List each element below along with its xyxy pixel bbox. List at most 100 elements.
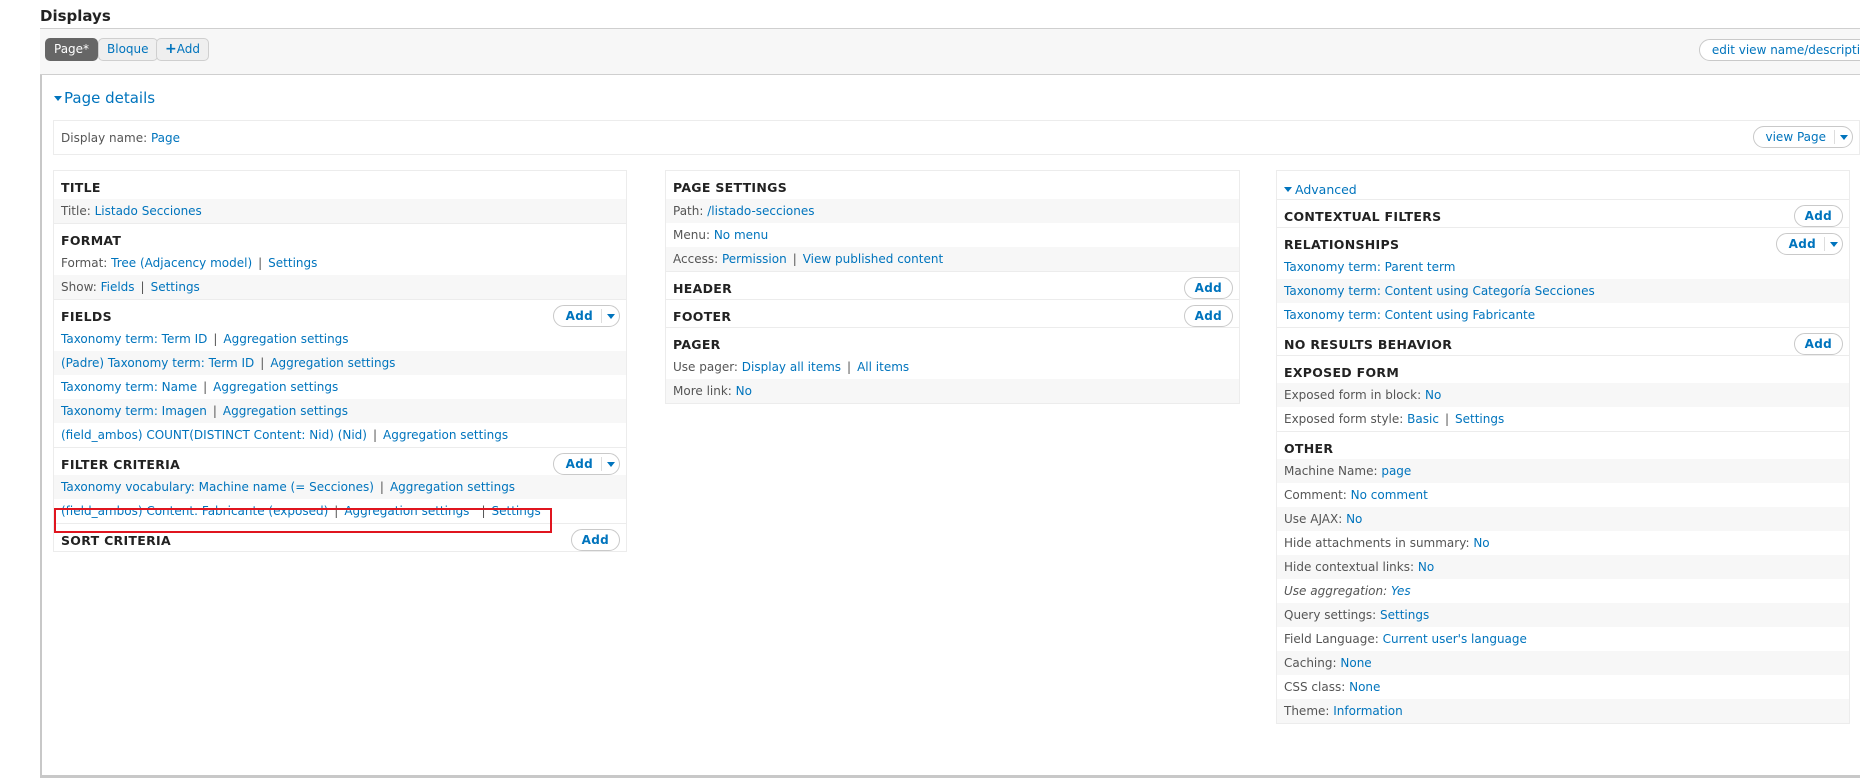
- relationship-link[interactable]: Taxonomy term: Content using Categoría S…: [1284, 284, 1595, 298]
- relationships-add-button[interactable]: Add: [1775, 233, 1843, 255]
- exposed-style-settings-link[interactable]: Settings: [1455, 412, 1504, 426]
- edit-view-name-label: edit view name/description: [1711, 43, 1860, 57]
- other-row: CSS class: None: [1284, 680, 1381, 694]
- filters-add-button[interactable]: Add: [552, 453, 620, 475]
- path-row: Path: /listado-secciones: [666, 199, 1239, 223]
- use-ajax-link[interactable]: No: [1346, 512, 1362, 526]
- use-pager-link[interactable]: Display all items: [742, 360, 841, 374]
- field-link[interactable]: Taxonomy term: Term ID: [61, 332, 207, 346]
- exposed-in-block-row: Exposed form in block: No: [1277, 383, 1849, 407]
- filter-row-highlighted: (field_ambos) Content: Fabricante (expos…: [61, 504, 541, 518]
- exposed-style-link[interactable]: Basic: [1407, 412, 1439, 426]
- display-name-link[interactable]: Page: [151, 131, 180, 145]
- access-link[interactable]: Permission: [722, 252, 787, 266]
- format-value-link[interactable]: Tree (Adjacency model): [111, 256, 252, 270]
- chevron-down-icon: [1839, 134, 1848, 140]
- field-aggregation-link[interactable]: Aggregation settings: [223, 332, 348, 346]
- pager-items-link[interactable]: All items: [857, 360, 909, 374]
- edit-view-name-button[interactable]: edit view name/description: [1698, 39, 1860, 61]
- field-link[interactable]: (Padre) Taxonomy term: Term ID: [61, 356, 254, 370]
- no-results-add-button[interactable]: Add: [1793, 333, 1843, 355]
- chevron-down-icon: [606, 313, 615, 319]
- section-contextual-filters: CONTEXTUAL FILTERS Add: [1277, 199, 1849, 227]
- field-language-link[interactable]: Current user's language: [1383, 632, 1527, 646]
- other-row: Machine Name: page: [1277, 459, 1849, 483]
- other-row: Hide attachments in summary: No: [1284, 536, 1490, 550]
- field-aggregation-link[interactable]: Aggregation settings: [270, 356, 395, 370]
- sort-add-button[interactable]: Add: [570, 529, 620, 551]
- field-link[interactable]: Taxonomy term: Imagen: [61, 404, 207, 418]
- css-class-link[interactable]: None: [1349, 680, 1380, 694]
- comment-link[interactable]: No comment: [1351, 488, 1428, 502]
- format-row: Format: Tree (Adjacency model) | Settings: [61, 256, 318, 270]
- machine-name-link[interactable]: page: [1381, 464, 1411, 478]
- field-link[interactable]: (field_ambos) COUNT(DISTINCT Content: Ni…: [61, 428, 367, 442]
- section-fields: FIELDS Add: [54, 299, 626, 327]
- filter-link[interactable]: (field_ambos) Content: Fabricante (expos…: [61, 504, 328, 518]
- other-row: Field Language: Current user's language: [1284, 632, 1527, 646]
- show-settings-link[interactable]: Settings: [151, 280, 200, 294]
- page-details-toggle[interactable]: Page details: [54, 89, 155, 107]
- add-display-label: Add: [176, 42, 200, 56]
- format-settings-link[interactable]: Settings: [268, 256, 317, 270]
- displays-heading: Displays: [40, 7, 111, 25]
- field-aggregation-link[interactable]: Aggregation settings: [223, 404, 348, 418]
- relationship-link[interactable]: Taxonomy term: Parent term: [1284, 260, 1455, 274]
- theme-link[interactable]: Information: [1333, 704, 1402, 718]
- other-row: Use aggregation: Yes: [1284, 584, 1411, 598]
- left-column: TITLE Title: Listado Secciones FORMAT Fo…: [53, 170, 627, 552]
- tab-page[interactable]: Page*: [45, 38, 99, 61]
- fields-add-dropdown[interactable]: [601, 309, 619, 323]
- query-settings-link[interactable]: Settings: [1380, 608, 1429, 622]
- exposed-in-block-link[interactable]: No: [1425, 388, 1441, 402]
- filters-add-dropdown[interactable]: [601, 457, 619, 471]
- field-link[interactable]: Taxonomy term: Name: [61, 380, 197, 394]
- relationship-row: Taxonomy term: Content using Categoría S…: [1277, 279, 1849, 303]
- field-aggregation-link[interactable]: Aggregation settings: [213, 380, 338, 394]
- display-name-label: Display name:: [61, 131, 148, 145]
- page-details-label: Page details: [64, 89, 156, 107]
- menu-row: Menu: No menu: [673, 228, 769, 242]
- tab-bloque[interactable]: Bloque: [98, 38, 158, 61]
- section-format: FORMAT: [54, 223, 626, 251]
- view-page-dropdown-toggle[interactable]: [1834, 130, 1852, 144]
- display-name-bar: Display name: Page view Page: [53, 120, 1860, 155]
- footer-add-button[interactable]: Add: [1183, 305, 1233, 327]
- field-row: Taxonomy term: Imagen | Aggregation settin…: [54, 399, 626, 423]
- chevron-down-icon: [1829, 241, 1838, 247]
- filter-row: Taxonomy vocabulary: Machine name (= Sec…: [54, 475, 626, 499]
- show-value-link[interactable]: Fields: [101, 280, 135, 294]
- caching-link[interactable]: None: [1340, 656, 1371, 670]
- use-aggregation-link[interactable]: Yes: [1391, 584, 1411, 598]
- more-link-link[interactable]: No: [736, 384, 752, 398]
- chevron-down-icon: [606, 461, 615, 467]
- hide-contextual-links-link[interactable]: No: [1418, 560, 1434, 574]
- view-page-button[interactable]: view Page: [1752, 126, 1853, 148]
- path-link[interactable]: /listado-secciones: [707, 204, 814, 218]
- field-aggregation-link[interactable]: Aggregation settings: [383, 428, 508, 442]
- filter-aggregation-link[interactable]: Aggregation settings: [344, 504, 469, 518]
- hide-attachments-link[interactable]: No: [1473, 536, 1489, 550]
- add-display-button[interactable]: +Add: [156, 38, 209, 61]
- header-add-button[interactable]: Add: [1183, 277, 1233, 299]
- field-row: (field_ambos) COUNT(DISTINCT Content: Ni…: [61, 428, 509, 442]
- relationships-add-dropdown[interactable]: [1824, 237, 1842, 251]
- field-row: Taxonomy term: Term ID | Aggregation setti…: [61, 332, 349, 346]
- contextual-filters-add-button[interactable]: Add: [1793, 205, 1843, 227]
- filter-link[interactable]: Taxonomy vocabulary: Machine name (= Sec…: [61, 480, 374, 494]
- section-header: HEADER Add: [666, 271, 1239, 299]
- advanced-toggle[interactable]: Advanced: [1277, 171, 1849, 199]
- fields-add-button[interactable]: Add: [552, 305, 620, 327]
- relationship-row: Taxonomy term: Parent term: [1277, 255, 1849, 279]
- access-row: Access: Permission | View published conten…: [666, 247, 1239, 271]
- section-no-results: NO RESULTS BEHAVIOR Add: [1277, 327, 1849, 355]
- plus-icon: +: [165, 41, 177, 57]
- section-filter-criteria: FILTER CRITERIA Add: [54, 447, 626, 475]
- filter-aggregation-link[interactable]: Aggregation settings: [390, 480, 515, 494]
- access-permission-link[interactable]: View published content: [803, 252, 943, 266]
- title-value-link[interactable]: Listado Secciones: [95, 204, 202, 218]
- filter-settings-link[interactable]: Settings: [491, 504, 540, 518]
- relationship-link[interactable]: Taxonomy term: Content using Fabricante: [1284, 308, 1535, 322]
- menu-link[interactable]: No menu: [714, 228, 768, 242]
- other-row: Comment: No comment: [1284, 488, 1428, 502]
